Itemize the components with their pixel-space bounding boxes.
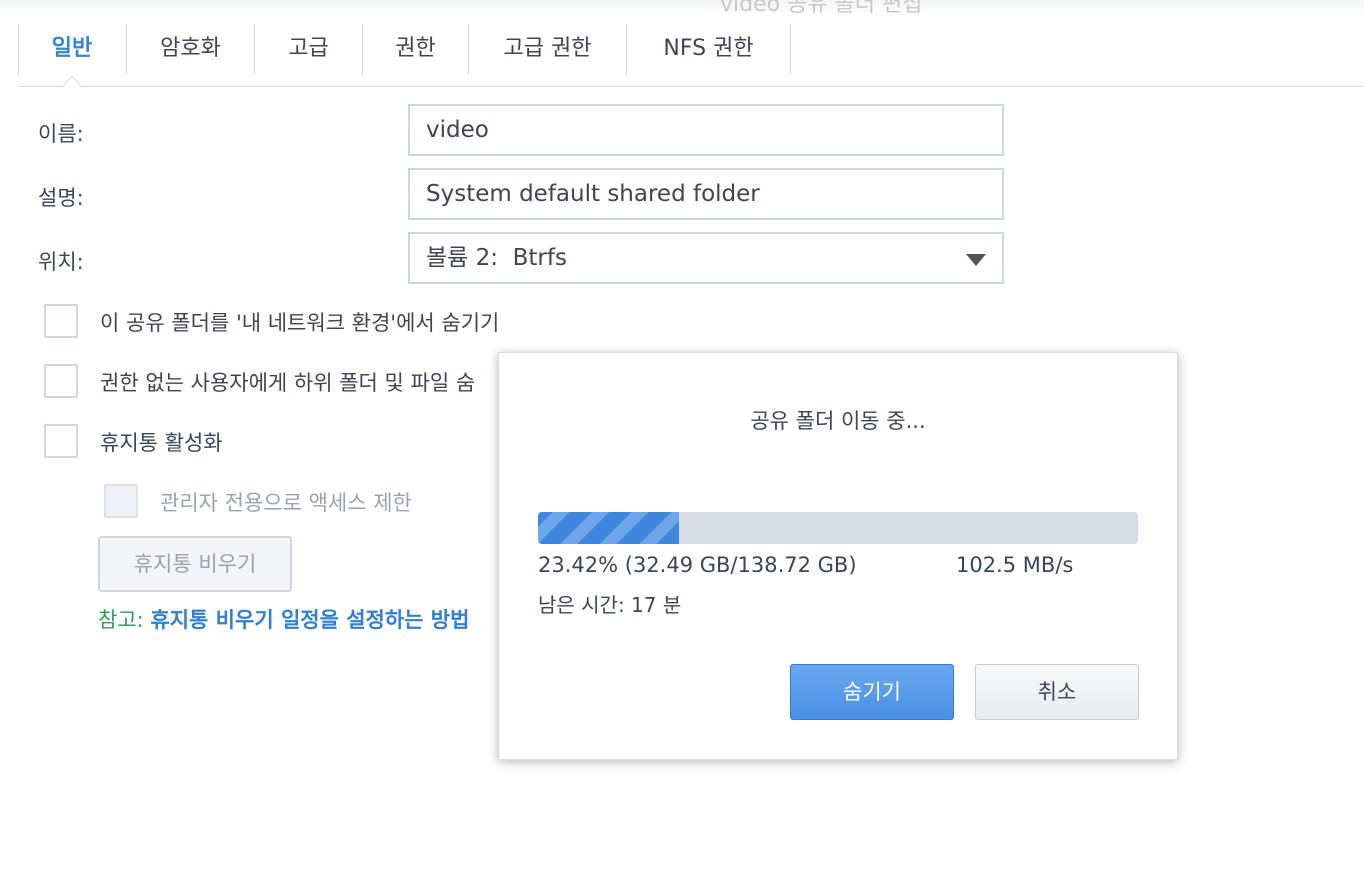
tab-separator [18,24,19,74]
admin-only-label: 관리자 전용으로 액세스 제한 [160,491,412,515]
dialog-title: 공유 폴더 이동 중... [750,409,926,433]
recycle-bin-checkbox[interactable] [44,424,78,458]
tab-nfs-permissions[interactable]: NFS 권한 [627,24,790,74]
progress-bar-fill [538,512,679,544]
active-tab-pointer-icon [62,75,82,87]
empty-trash-button: 휴지통 비우기 [98,536,292,592]
hide-in-network-checkbox[interactable] [44,304,78,338]
tab-encryption[interactable]: 암호화 [127,24,254,74]
move-progress-dialog: 공유 폴더 이동 중... 23.42% (32.49 GB/138.72 GB… [498,352,1178,760]
progress-text: 23.42% (32.49 GB/138.72 GB) [538,553,857,577]
cancel-button[interactable]: 취소 [975,664,1139,720]
location-select-value: 볼륨 2: Btrfs [426,245,567,271]
name-label: 이름: [38,122,84,146]
hide-subfolders-label: 권한 없는 사용자에게 하위 폴더 및 파일 숨 [100,371,476,395]
tab-advanced[interactable]: 고급 [255,24,362,74]
recycle-bin-label: 휴지통 활성화 [100,431,223,455]
tab-general[interactable]: 일반 [18,24,126,74]
tab-advanced-permissions[interactable]: 고급 권한 [469,24,626,74]
dropdown-arrow-icon[interactable] [966,254,986,266]
hide-in-network-label: 이 공유 폴더를 '내 네트워크 환경'에서 숨기기 [100,311,500,335]
hide-subfolders-checkbox[interactable] [44,364,78,398]
remaining-time: 남은 시간: 17 분 [538,593,682,617]
location-label: 위치: [38,250,84,274]
admin-only-checkbox [104,484,138,518]
description-label: 설명: [38,186,84,210]
progress-bar [538,512,1138,544]
description-input[interactable]: System default shared folder [408,168,1004,220]
location-select[interactable]: 볼륨 2: Btrfs [408,232,1004,284]
note-link[interactable]: 휴지통 비우기 일정을 설정하는 방법 [150,608,469,632]
tab-permissions[interactable]: 권한 [363,24,468,74]
tab-bar: 일반 암호화 고급 권한 고급 권한 NFS 권한 [18,24,1364,87]
tab-separator [790,24,791,74]
window-title: video 공유 폴더 편집 [720,0,923,17]
note-prefix: 참고: [98,608,144,632]
hide-button[interactable]: 숨기기 [790,664,954,720]
name-input[interactable]: video [408,104,1004,156]
note: 참고: 휴지통 비우기 일정을 설정하는 방법 [98,604,469,634]
transfer-speed: 102.5 MB/s [956,553,1074,577]
window-title-strip: video 공유 폴더 편집 [0,0,1364,17]
